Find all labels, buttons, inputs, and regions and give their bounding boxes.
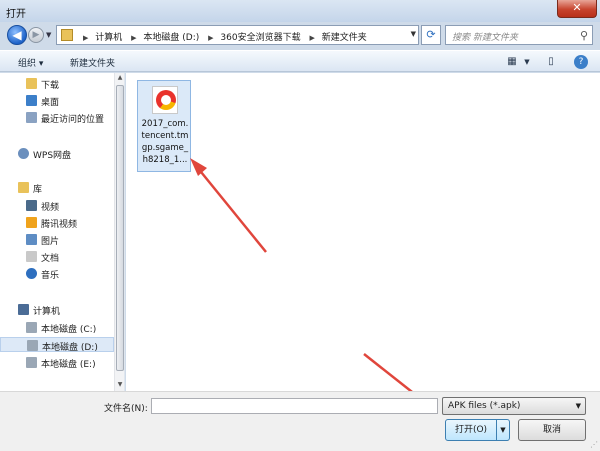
back-button[interactable]: ◀ xyxy=(7,25,27,45)
new-folder-button[interactable]: 新建文件夹 xyxy=(70,56,115,69)
drive-e-icon xyxy=(26,357,37,368)
sidebar-item[interactable]: 本地磁盘 (E:) xyxy=(0,355,114,370)
preview-pane-icon[interactable]: ▯ xyxy=(544,54,558,70)
sidebar-item[interactable]: 图片 xyxy=(0,232,114,247)
open-options-dropdown[interactable]: ▼ xyxy=(496,419,510,441)
sidebar-item-label: 下载 xyxy=(41,81,60,91)
breadcrumb: ▶ 计算机 ▶ 本地磁盘 (D:) ▶ 360安全浏览器下载 ▶ 新建文件夹 xyxy=(79,30,369,43)
breadcrumb-item[interactable]: 本地磁盘 (D:) xyxy=(143,30,199,43)
sidebar-item-label: 视频 xyxy=(41,203,60,213)
cancel-button[interactable]: 取消 xyxy=(518,419,586,441)
search-icon: ⚲ xyxy=(579,29,588,42)
filename-input[interactable] xyxy=(151,398,438,414)
command-toolbar: 组织 ▾ 新建文件夹 ▦ ▼ ▯ ? xyxy=(0,50,600,72)
open-button[interactable]: 打开(O) xyxy=(445,419,497,441)
breadcrumb-separator-icon: ▶ xyxy=(83,34,89,42)
computer-icon xyxy=(18,304,29,315)
close-icon: ✕ xyxy=(572,1,582,14)
sidebar-item-label: 桌面 xyxy=(41,98,60,108)
sidebar-item-label: 文档 xyxy=(41,254,60,264)
back-arrow-icon: ◀ xyxy=(12,28,22,42)
scroll-thumb[interactable] xyxy=(116,85,124,371)
sidebar-item-label: WPS网盘 xyxy=(33,151,72,161)
sidebar-item-label: 腾讯视频 xyxy=(41,220,78,230)
navigation-bar: ◀ ▶ ▼ ▶ 计算机 ▶ 本地磁盘 (D:) ▶ 360安全浏览器下载 ▶ 新… xyxy=(0,22,600,48)
scroll-down-icon[interactable]: ▼ xyxy=(116,381,124,390)
sidebar-item[interactable]: 文档 xyxy=(0,249,114,264)
pictures-icon xyxy=(26,234,37,245)
sidebar-scrollbar[interactable]: ▲ ▼ xyxy=(114,73,124,391)
sidebar-item-label: 音乐 xyxy=(41,271,60,281)
sidebar-item-label: 库 xyxy=(33,185,43,195)
video-icon xyxy=(26,200,37,211)
drive-c-icon xyxy=(26,322,37,333)
chevron-down-icon: ▼ xyxy=(575,402,581,410)
sidebar-item-label: 本地磁盘 (E:) xyxy=(41,360,96,370)
view-dropdown-icon[interactable]: ▼ xyxy=(522,54,532,70)
sidebar-item-label: 图片 xyxy=(41,237,60,247)
sidebar-item[interactable]: 本地磁盘 (C:) xyxy=(0,320,114,335)
scroll-up-icon[interactable]: ▲ xyxy=(116,74,124,83)
tencent-video-icon xyxy=(26,217,37,228)
file-type-select[interactable]: APK files (*.apk) ▼ xyxy=(442,397,586,415)
close-button[interactable]: ✕ xyxy=(557,0,597,18)
forward-arrow-icon: ▶ xyxy=(32,30,40,40)
sidebar-item[interactable]: 本地磁盘 (D:) xyxy=(0,337,114,353)
file-list: 2017_com.tencent.tmgp.sgame_h8218_1... xyxy=(126,73,600,391)
sidebar-item-label: 最近访问的位置 xyxy=(41,115,105,125)
sidebar-item[interactable]: 桌面 xyxy=(0,93,114,108)
breadcrumb-separator-icon[interactable]: ▶ xyxy=(309,34,314,42)
documents-icon xyxy=(26,251,37,262)
folder-icon xyxy=(61,29,73,41)
cloud-icon xyxy=(18,148,29,159)
sidebar-item[interactable]: 库 xyxy=(0,180,114,195)
desktop-icon xyxy=(26,95,37,106)
sidebar-item[interactable]: 最近访问的位置 xyxy=(0,110,114,125)
download-folder-icon xyxy=(26,78,37,89)
sidebar-item[interactable]: 音乐 xyxy=(0,266,114,281)
resize-grip-icon[interactable]: ⋰ xyxy=(590,440,598,449)
refresh-icon: ⟳ xyxy=(426,28,436,41)
search-input[interactable]: 搜索 新建文件夹 xyxy=(452,30,518,43)
library-icon xyxy=(18,182,29,193)
recent-pages-dropdown-icon[interactable]: ▼ xyxy=(46,31,51,39)
window-title: 打开 xyxy=(6,9,26,20)
refresh-button[interactable]: ⟳ xyxy=(421,25,441,45)
file-name: 2017_com.tencent.tmgp.sgame_h8218_1... xyxy=(141,119,189,165)
recent-places-icon xyxy=(26,112,37,123)
breadcrumb-separator-icon[interactable]: ▶ xyxy=(208,34,213,42)
music-icon xyxy=(26,268,37,279)
breadcrumb-item[interactable]: 计算机 xyxy=(95,30,122,43)
apk-game-icon xyxy=(152,86,178,114)
file-type-value: APK files (*.apk) xyxy=(448,401,521,411)
view-options-icon[interactable]: ▦ xyxy=(505,54,519,70)
search-box[interactable]: 搜索 新建文件夹 ⚲ xyxy=(445,25,593,45)
sidebar-item-label: 本地磁盘 (D:) xyxy=(42,343,98,353)
dialog-footer: 文件名(N): APK files (*.apk) ▼ 打开(O) ▼ 取消 ⋰ xyxy=(0,391,600,451)
address-dropdown-icon[interactable]: ▼ xyxy=(411,30,416,38)
file-item[interactable]: 2017_com.tencent.tmgp.sgame_h8218_1... xyxy=(137,80,191,172)
help-icon[interactable]: ? xyxy=(574,55,588,69)
breadcrumb-separator-icon[interactable]: ▶ xyxy=(131,34,136,42)
chevron-down-icon: ▼ xyxy=(500,426,506,434)
forward-button[interactable]: ▶ xyxy=(28,27,44,43)
breadcrumb-item[interactable]: 360安全浏览器下载 xyxy=(220,30,300,43)
address-bar[interactable]: ▶ 计算机 ▶ 本地磁盘 (D:) ▶ 360安全浏览器下载 ▶ 新建文件夹 ▼ xyxy=(56,25,419,45)
sidebar-item[interactable]: WPS网盘 xyxy=(0,146,114,161)
filename-label: 文件名(N): xyxy=(104,404,148,414)
sidebar-item[interactable]: 下载 xyxy=(0,76,114,91)
drive-d-icon xyxy=(27,340,38,351)
sidebar-item-label: 计算机 xyxy=(33,307,61,317)
sidebar-item-label: 本地磁盘 (C:) xyxy=(41,325,97,335)
breadcrumb-item[interactable]: 新建文件夹 xyxy=(322,30,367,43)
organize-menu-button[interactable]: 组织 ▾ xyxy=(18,56,43,69)
sidebar-item[interactable]: 计算机 xyxy=(0,302,114,317)
sidebar-item[interactable]: 腾讯视频 xyxy=(0,215,114,230)
sidebar-item[interactable]: 视频 xyxy=(0,198,114,213)
navigation-pane: 下载桌面最近访问的位置 WPS网盘库视频腾讯视频图片文档音乐计算机本地磁盘 (C:… xyxy=(0,73,125,391)
title-bar: 打开 ✕ xyxy=(0,0,600,22)
